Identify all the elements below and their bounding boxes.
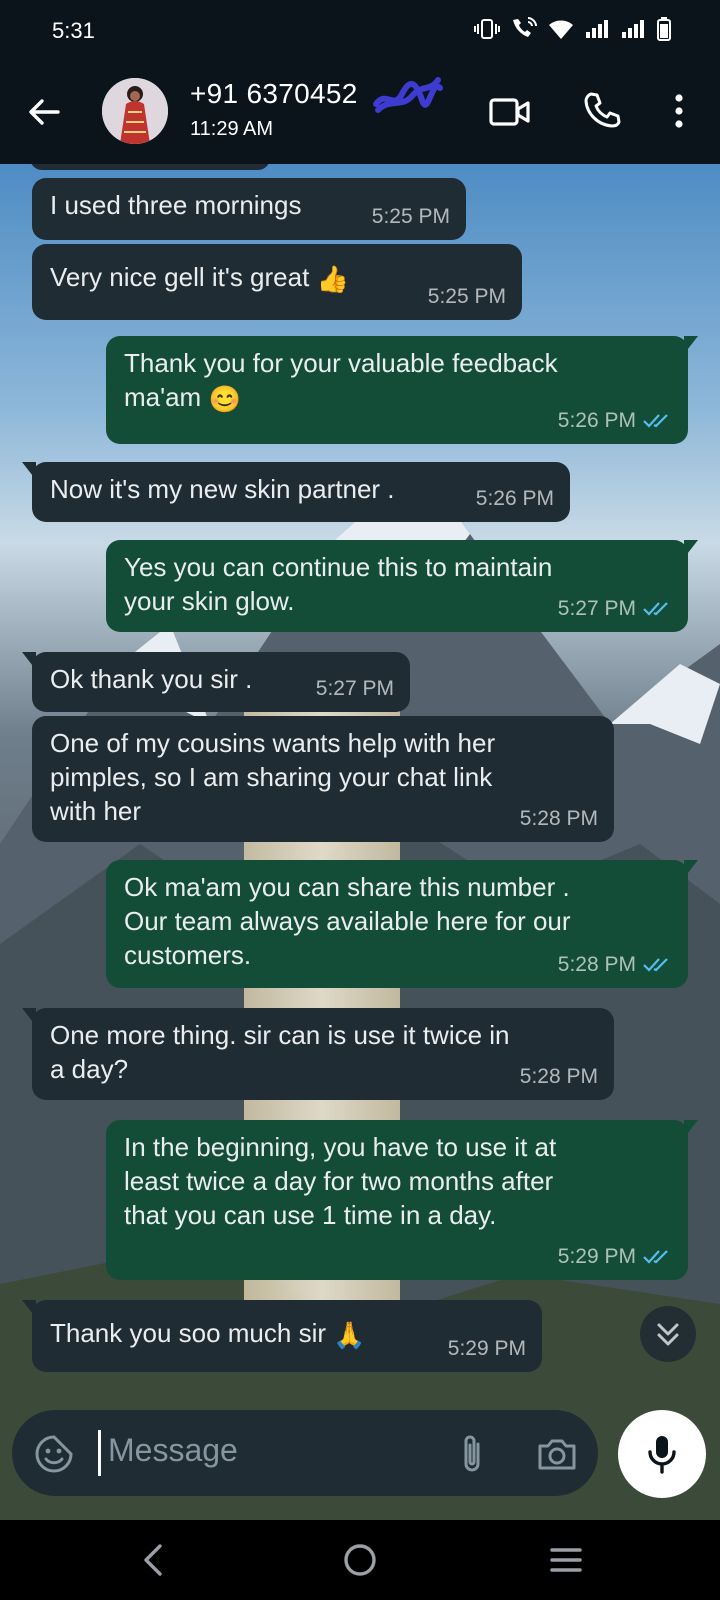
- signal-icon-2: [622, 20, 644, 38]
- message-time-text: 5:29 PM: [447, 1337, 526, 1360]
- chat-header: +91 6370452 11:29 AM: [0, 60, 720, 164]
- message-time: 5:28 PM: [558, 948, 672, 982]
- read-ticks-icon: [643, 414, 668, 428]
- message-time-text: 5:26 PM: [557, 409, 636, 432]
- message-text: I used three mornings: [50, 190, 302, 220]
- message-time: 5:27 PM: [558, 592, 672, 626]
- status-time: 5:31: [52, 18, 95, 43]
- message-text: Thank you soo much sir 🙏: [50, 1316, 366, 1352]
- thumbs-up-emoji: 👍: [316, 264, 349, 295]
- message-input[interactable]: Message: [108, 1432, 238, 1469]
- bubble-tail: [22, 1008, 36, 1026]
- scroll-to-bottom-button[interactable]: [640, 1306, 696, 1362]
- message-bubble-incoming[interactable]: One of my cousins wants help with her pi…: [32, 716, 614, 842]
- message-bubble-outgoing[interactable]: Thank you for your valuable feedback ma'…: [106, 336, 698, 444]
- attach-icon[interactable]: [454, 1432, 490, 1476]
- message-text: Now it's my new skin partner .: [50, 474, 395, 504]
- bubble-tail: [22, 1300, 36, 1318]
- signal-icon-1: [586, 20, 608, 38]
- message-time-text: 5:27 PM: [557, 597, 636, 620]
- message-time: 5:28 PM: [520, 1060, 598, 1094]
- status-icons: [474, 16, 672, 42]
- message-text: One of my cousins wants help with her pi…: [50, 728, 496, 826]
- message-text-body: Thank you for your valuable feedback ma'…: [124, 348, 558, 412]
- message-time-text: 5:28 PM: [557, 953, 636, 976]
- partial-message: [30, 164, 270, 170]
- message-time: 5:29 PM: [448, 1332, 526, 1366]
- message-time-text: 5:29 PM: [557, 1245, 636, 1268]
- message-time: 5:25 PM: [428, 280, 506, 314]
- message-time: 5:25 PM: [372, 200, 450, 234]
- nav-back-icon[interactable]: [138, 1540, 168, 1580]
- voice-call-icon[interactable]: [582, 90, 622, 130]
- read-ticks-icon: [643, 602, 668, 616]
- avatar[interactable]: [102, 78, 168, 144]
- message-text-body: Very nice gell it's great: [50, 262, 310, 292]
- bubble-tail: [684, 336, 698, 354]
- message-time: 5:27 PM: [316, 672, 394, 706]
- read-ticks-icon: [643, 958, 668, 972]
- nav-recents-icon[interactable]: [548, 1542, 584, 1578]
- folded-hands-emoji: 🙏: [333, 1320, 366, 1351]
- vibrate-icon: [474, 19, 500, 39]
- message-time-text: 5:28 PM: [519, 1065, 598, 1088]
- text-caret: [98, 1430, 101, 1476]
- message-time-text: 5:27 PM: [315, 677, 394, 700]
- message-bubble-outgoing[interactable]: Ok ma'am you can share this number . Our…: [106, 860, 698, 988]
- message-bubble-incoming[interactable]: I used three mornings 5:25 PM: [32, 178, 466, 240]
- message-bubble-outgoing[interactable]: Yes you can continue this to maintain yo…: [106, 540, 698, 632]
- message-bubble-incoming[interactable]: One more thing. sir can is use it twice …: [22, 1008, 614, 1100]
- bubble-tail: [22, 462, 36, 480]
- status-bar: 5:31: [0, 0, 720, 60]
- message-time-text: 5:25 PM: [427, 285, 506, 308]
- system-nav-bar: [0, 1520, 720, 1600]
- emoji-sticker-icon[interactable]: [34, 1434, 74, 1474]
- back-arrow-icon[interactable]: [24, 92, 64, 132]
- message-time: 5:28 PM: [520, 802, 598, 836]
- message-text: One more thing. sir can is use it twice …: [50, 1020, 510, 1084]
- message-time: 5:26 PM: [476, 482, 554, 516]
- message-text: Yes you can continue this to maintain yo…: [124, 552, 553, 616]
- message-composer[interactable]: Message: [12, 1410, 598, 1496]
- double-chevron-down-icon: [657, 1323, 679, 1346]
- bubble-tail: [684, 540, 698, 558]
- message-text: Thank you for your valuable feedback ma'…: [124, 346, 558, 416]
- message-time-text: 5:25 PM: [371, 205, 450, 228]
- read-ticks-icon: [643, 1250, 668, 1264]
- camera-icon[interactable]: [536, 1434, 578, 1474]
- bubble-tail: [684, 1120, 698, 1138]
- message-time: 5:26 PM: [558, 404, 672, 438]
- message-text: Ok thank you sir .: [50, 664, 253, 694]
- message-bubble-incoming[interactable]: Now it's my new skin partner . 5:26 PM: [22, 462, 570, 522]
- last-seen: 11:29 AM: [190, 118, 274, 140]
- message-text: Very nice gell it's great 👍: [50, 260, 349, 296]
- message-text: In the beginning, you have to use it at …: [124, 1132, 557, 1230]
- message-bubble-outgoing[interactable]: In the beginning, you have to use it at …: [106, 1120, 698, 1280]
- voice-record-button[interactable]: [618, 1410, 706, 1498]
- message-bubble-incoming[interactable]: Ok thank you sir . 5:27 PM: [22, 652, 410, 712]
- message-text: Ok ma'am you can share this number . Our…: [124, 872, 571, 970]
- chat-area[interactable]: I used three mornings 5:25 PM Very nice …: [0, 164, 720, 1520]
- video-call-icon[interactable]: [488, 92, 532, 132]
- message-time-text: 5:28 PM: [519, 807, 598, 830]
- wifi-call-icon: [513, 17, 537, 37]
- more-options-icon[interactable]: [664, 90, 694, 132]
- redaction-scribble: [373, 77, 443, 113]
- nav-home-icon[interactable]: [340, 1540, 380, 1580]
- battery-icon: [657, 17, 671, 41]
- smiling-emoji: 😊: [208, 384, 241, 415]
- message-bubble-incoming[interactable]: Very nice gell it's great 👍 5:25 PM: [32, 244, 522, 320]
- message-time: 5:29 PM: [558, 1240, 672, 1274]
- bubble-tail: [684, 860, 698, 878]
- message-text-body: Thank you soo much sir: [50, 1318, 327, 1348]
- bubble-tail: [22, 652, 36, 670]
- wifi-icon: [549, 20, 573, 39]
- microphone-icon: [648, 1436, 676, 1474]
- contact-name[interactable]: +91 6370452: [190, 78, 358, 110]
- message-bubble-incoming[interactable]: Thank you soo much sir 🙏 5:29 PM: [22, 1300, 542, 1372]
- message-time-text: 5:26 PM: [475, 487, 554, 510]
